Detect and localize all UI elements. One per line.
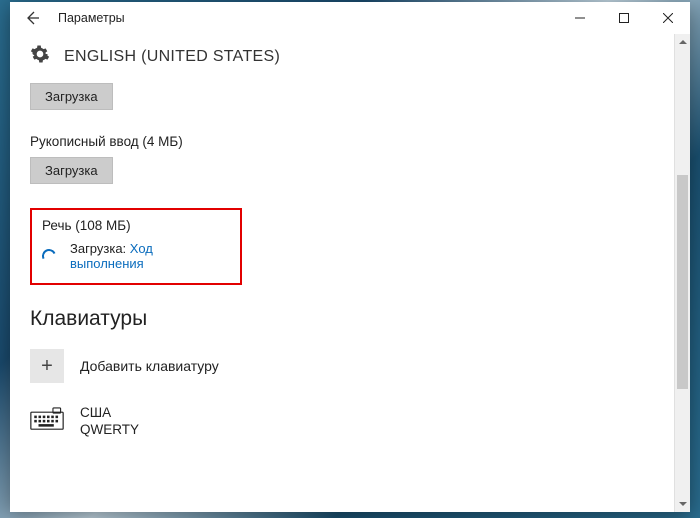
- keyboard-name: США: [80, 405, 139, 422]
- maximize-button[interactable]: [602, 2, 646, 34]
- handwriting-label: Рукописный ввод (4 МБ): [30, 134, 670, 149]
- download-button[interactable]: Загрузка: [30, 83, 113, 110]
- back-button[interactable]: [14, 2, 50, 34]
- spinner-icon: [40, 247, 58, 265]
- keyboards-heading: Клавиатуры: [30, 307, 670, 331]
- scroll-down-icon[interactable]: [675, 496, 690, 512]
- scroll-up-icon[interactable]: [675, 34, 690, 50]
- window-title: Параметры: [58, 11, 125, 25]
- language-title: ENGLISH (UNITED STATES): [64, 48, 280, 66]
- keyboard-icon: [30, 407, 64, 436]
- title-bar: Параметры: [10, 2, 690, 34]
- add-keyboard-button[interactable]: + Добавить клавиатуру: [30, 349, 670, 383]
- scrollbar[interactable]: [674, 34, 690, 512]
- speech-label: Речь (108 МБ): [42, 218, 230, 233]
- plus-icon: +: [30, 349, 64, 383]
- add-keyboard-label: Добавить клавиатуру: [80, 358, 219, 374]
- scroll-thumb[interactable]: [677, 175, 688, 389]
- handwriting-download-button[interactable]: Загрузка: [30, 157, 113, 184]
- minimize-button[interactable]: [558, 2, 602, 34]
- keyboard-layout: QWERTY: [80, 422, 139, 439]
- speech-section: Речь (108 МБ) Загрузка: Ход выполнения: [30, 208, 242, 285]
- keyboard-item[interactable]: США QWERTY: [30, 405, 670, 439]
- content-area: Загрузка Рукописный ввод (4 МБ) Загрузка…: [10, 83, 690, 512]
- close-button[interactable]: [646, 2, 690, 34]
- speech-status-prefix: Загрузка:: [70, 241, 126, 256]
- page-header: ENGLISH (UNITED STATES): [10, 34, 690, 83]
- gear-icon: [30, 44, 50, 69]
